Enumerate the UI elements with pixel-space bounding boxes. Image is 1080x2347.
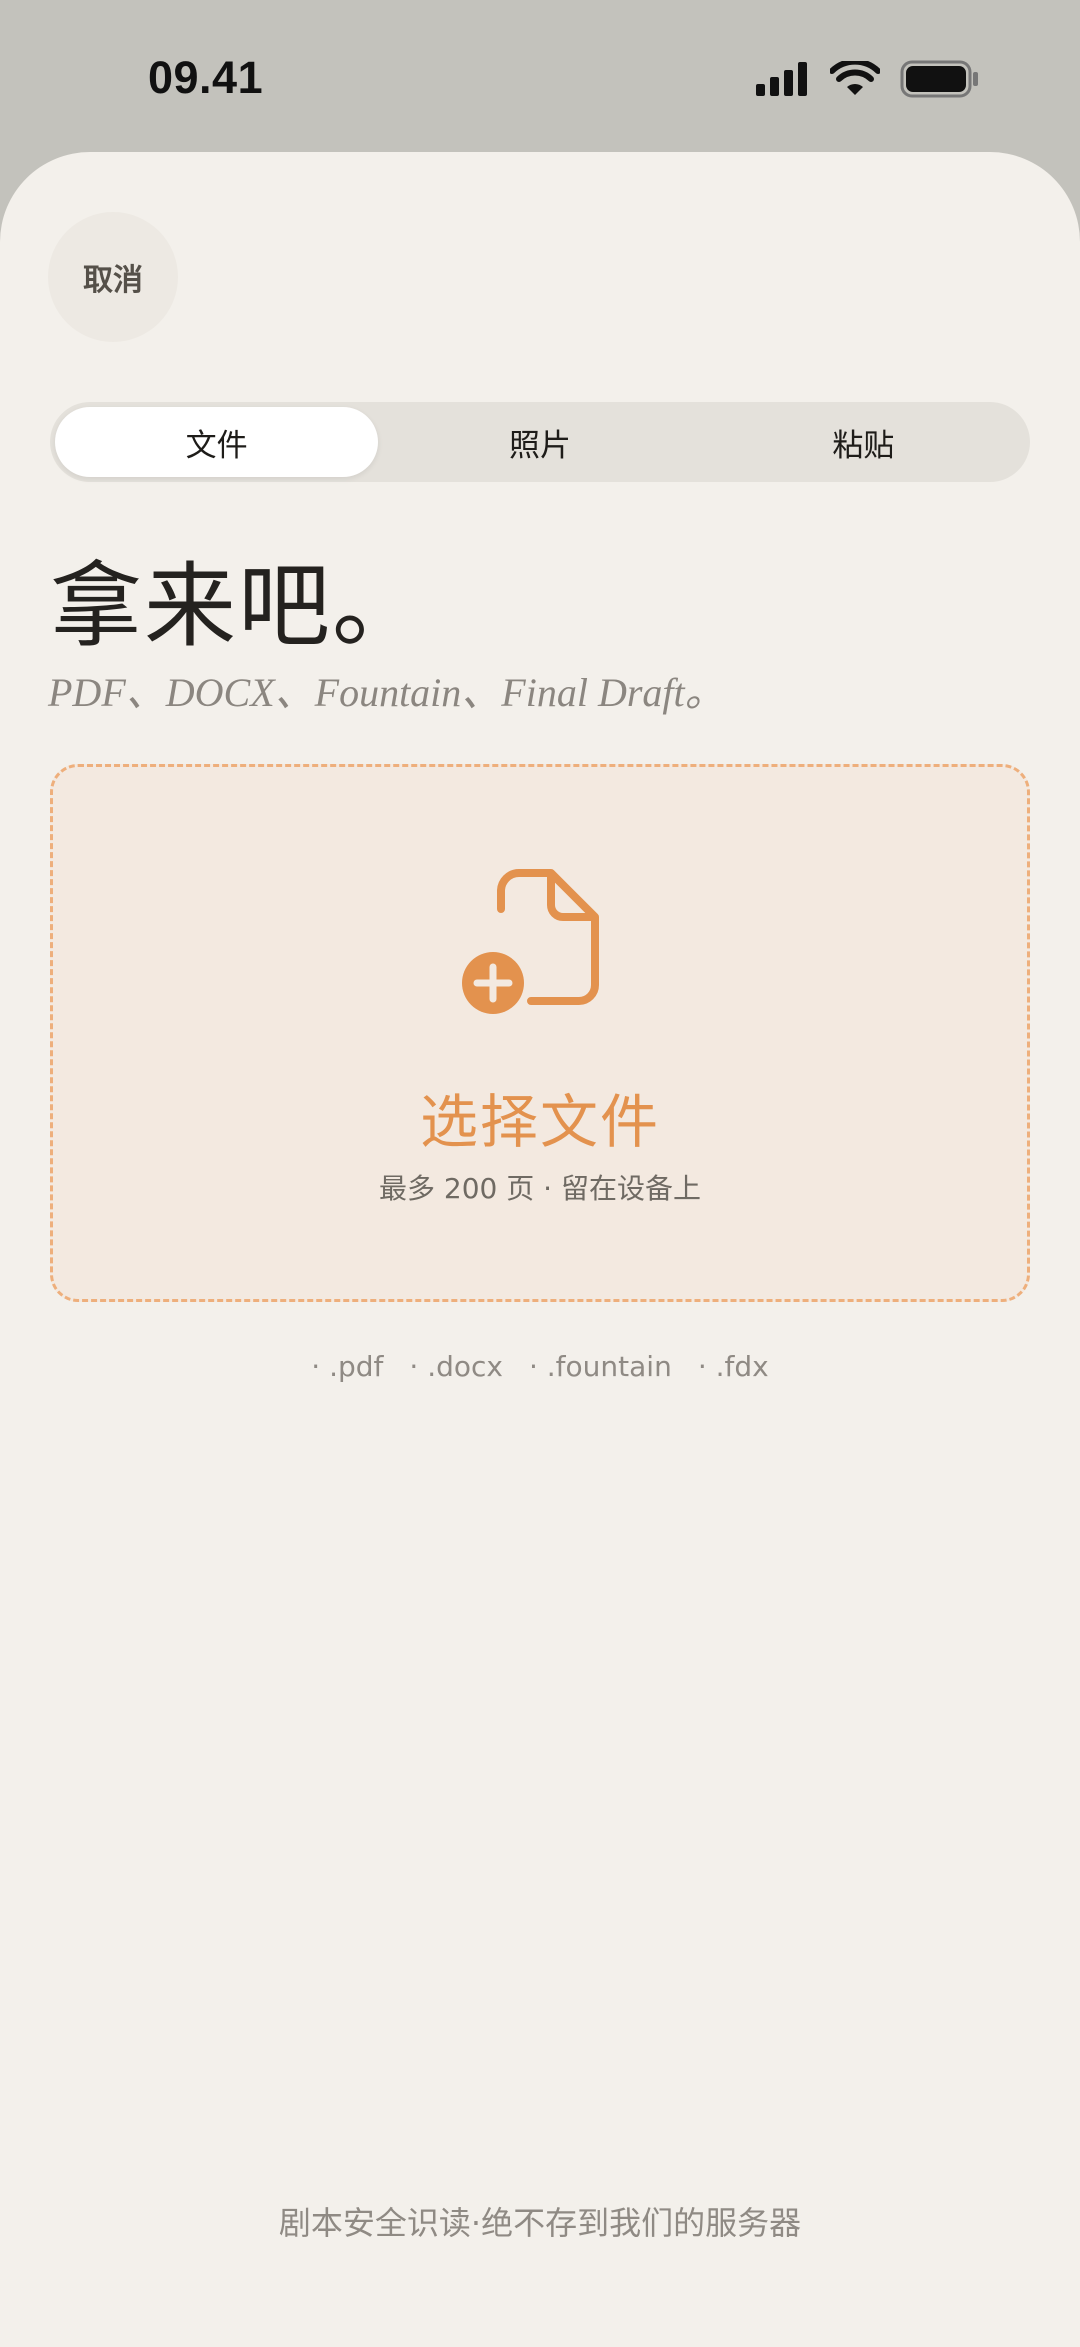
source-tabs: 文件 照片 粘贴 [50, 402, 1030, 482]
cancel-button[interactable]: 取消 [48, 212, 178, 342]
file-add-icon [462, 869, 599, 1014]
battery-icon [900, 60, 978, 98]
status-bar: 09.41 [0, 0, 1080, 150]
cellular-signal-icon [756, 62, 807, 96]
privacy-note: 剧本安全识读·绝不存到我们的服务器 [278, 2204, 802, 2242]
page-title: 拿来吧。 [50, 553, 427, 660]
tab-file[interactable]: 文件 [55, 407, 379, 477]
format-item-docx: · .docx [409, 1350, 503, 1383]
wifi-icon [830, 61, 880, 95]
modal-sheet: 取消 文件 照片 粘贴 拿来吧。 PDF、DOCX、Fountain、Final… [0, 152, 1080, 2347]
format-item-pdf: · .pdf [311, 1350, 384, 1383]
status-time: 09.41 [148, 52, 264, 103]
dropzone-hint: 最多 200 页 · 留在设备上 [379, 1172, 701, 1205]
format-item-fdx: · .fdx [697, 1350, 769, 1383]
choose-file-label: 选择文件 [419, 1088, 660, 1156]
format-list: · .pdf · .docx · .fountain · .fdx [0, 1350, 1080, 1383]
tab-photo[interactable]: 照片 [378, 407, 701, 477]
status-icons [756, 60, 980, 98]
supported-formats-subtitle: PDF、DOCX、Fountain、Final Draft。 [48, 670, 725, 715]
file-dropzone[interactable]: 选择文件 最多 200 页 · 留在设备上 [50, 764, 1030, 1302]
tab-paste[interactable]: 粘贴 [702, 407, 1025, 477]
format-item-fountain: · .fountain [528, 1350, 672, 1383]
